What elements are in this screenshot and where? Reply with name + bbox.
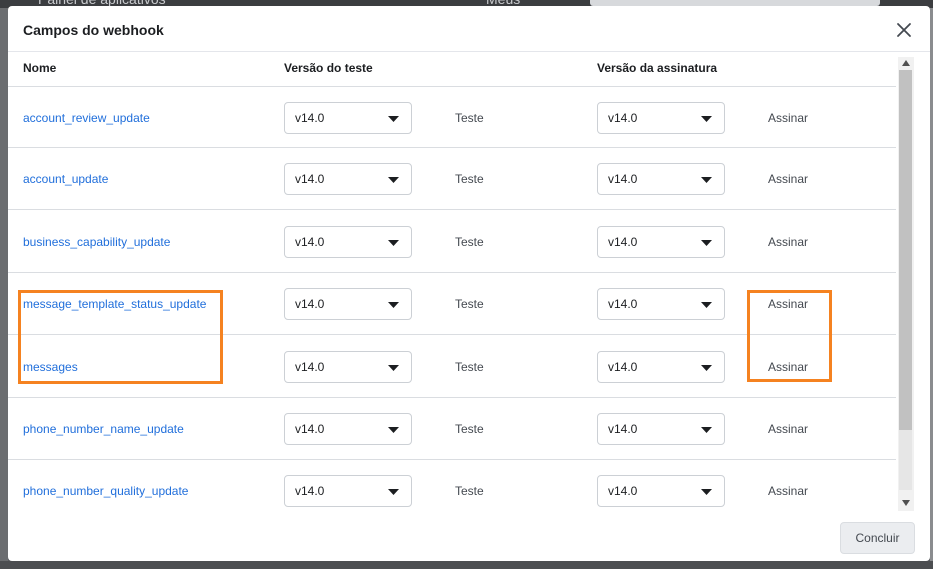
table-row: business_capability_update v14.0 Teste v…: [8, 211, 896, 273]
subscription-version-value: v14.0: [608, 234, 638, 249]
table-row: account_update v14.0 Teste v14.0 Assinar: [8, 148, 896, 211]
table-row: phone_number_quality_update v14.0 Teste …: [8, 460, 896, 509]
field-name-link[interactable]: phone_number_name_update: [23, 422, 184, 436]
dialog-footer: Concluir: [8, 509, 930, 561]
chevron-down-icon: [388, 302, 399, 309]
chevron-down-icon: [701, 116, 712, 122]
column-header-subscription-version: Versão da assinatura: [597, 61, 718, 75]
subscribe-button[interactable]: Assinar: [768, 297, 808, 311]
test-version-value: v14.0: [295, 484, 325, 499]
chevron-down-icon: [388, 239, 399, 246]
chevron-down-icon: [701, 177, 712, 184]
chevron-down-icon: [388, 489, 399, 496]
dialog-header: Campos do webhook: [8, 6, 930, 52]
column-header-name: Nome: [23, 61, 57, 75]
test-version-value: v14.0: [295, 234, 325, 249]
dialog-title: Campos do webhook: [23, 22, 164, 38]
chevron-down-icon: [701, 302, 712, 309]
test-button[interactable]: Teste: [455, 297, 484, 311]
test-button[interactable]: Teste: [455, 111, 484, 125]
test-version-value: v14.0: [295, 297, 325, 312]
background-bottom-edge: [0, 561, 933, 569]
test-button[interactable]: Teste: [455, 360, 484, 374]
subscription-version-select[interactable]: v14.0: [597, 475, 725, 508]
test-version-select[interactable]: v14.0: [284, 350, 412, 383]
table-header: Nome Versão do teste Versão da assinatur…: [8, 53, 896, 86]
test-version-select[interactable]: v14.0: [284, 102, 412, 134]
chevron-down-icon: [701, 427, 712, 433]
test-button[interactable]: Teste: [455, 484, 484, 498]
test-button[interactable]: Teste: [455, 172, 484, 186]
table-row: message_template_status_update v14.0 Tes…: [8, 273, 896, 336]
scrollbar-track-lower: [899, 430, 912, 490]
field-name-link[interactable]: account_update: [23, 172, 108, 186]
test-button[interactable]: Teste: [455, 422, 484, 436]
test-button[interactable]: Teste: [455, 235, 484, 249]
subscription-version-value: v14.0: [608, 359, 638, 374]
subscription-version-select[interactable]: v14.0: [597, 225, 725, 258]
test-version-select[interactable]: v14.0: [284, 288, 412, 321]
subscription-version-value: v14.0: [608, 111, 638, 125]
subscription-version-value: v14.0: [608, 172, 638, 187]
test-version-value: v14.0: [295, 422, 325, 436]
subscription-version-value: v14.0: [608, 484, 638, 499]
scroll-up-icon[interactable]: [902, 60, 910, 66]
subscribe-button[interactable]: Assinar: [768, 172, 808, 186]
subscribe-button[interactable]: Assinar: [768, 111, 808, 125]
background-left-edge: [0, 8, 8, 569]
chevron-down-icon: [388, 116, 399, 122]
test-version-select[interactable]: v14.0: [284, 225, 412, 258]
chevron-down-icon: [388, 177, 399, 184]
field-name-link[interactable]: messages: [23, 360, 78, 374]
test-version-value: v14.0: [295, 111, 325, 125]
subscribe-button[interactable]: Assinar: [768, 422, 808, 436]
field-name-link[interactable]: business_capability_update: [23, 235, 170, 249]
subscribe-button[interactable]: Assinar: [768, 484, 808, 498]
chevron-down-icon: [701, 364, 712, 371]
test-version-value: v14.0: [295, 172, 325, 187]
subscription-version-select[interactable]: v14.0: [597, 413, 725, 445]
scrollbar-thumb[interactable]: [899, 70, 912, 430]
subscribe-button[interactable]: Assinar: [768, 235, 808, 249]
subscription-version-value: v14.0: [608, 297, 638, 312]
scroll-down-icon[interactable]: [902, 500, 910, 506]
webhook-fields-table: Nome Versão do teste Versão da assinatur…: [8, 53, 896, 509]
webhook-fields-dialog: Campos do webhook Nome Versão do teste V…: [8, 6, 930, 561]
test-version-select[interactable]: v14.0: [284, 475, 412, 508]
table-row: phone_number_name_update v14.0 Teste v14…: [8, 398, 896, 460]
chevron-down-icon: [388, 427, 399, 433]
column-header-test-version: Versão do teste: [284, 61, 373, 75]
chevron-down-icon: [701, 489, 712, 496]
subscription-version-select[interactable]: v14.0: [597, 288, 725, 321]
subscription-version-select[interactable]: v14.0: [597, 350, 725, 383]
test-version-select[interactable]: v14.0: [284, 413, 412, 445]
subscribe-button[interactable]: Assinar: [768, 360, 808, 374]
subscription-version-value: v14.0: [608, 422, 638, 436]
chevron-down-icon: [701, 239, 712, 246]
table-scrollbar[interactable]: [898, 57, 914, 511]
subscription-version-select[interactable]: v14.0: [597, 102, 725, 134]
close-icon[interactable]: [892, 18, 916, 42]
field-name-link[interactable]: message_template_status_update: [23, 297, 206, 311]
field-name-link[interactable]: phone_number_quality_update: [23, 484, 188, 498]
table-row: account_review_update v14.0 Teste v14.0 …: [8, 86, 896, 148]
field-name-link[interactable]: account_review_update: [23, 111, 150, 125]
table-row: messages v14.0 Teste v14.0 Assinar: [8, 336, 896, 398]
done-button[interactable]: Concluir: [840, 522, 915, 554]
test-version-value: v14.0: [295, 359, 325, 374]
chevron-down-icon: [388, 364, 399, 371]
test-version-select[interactable]: v14.0: [284, 163, 412, 196]
subscription-version-select[interactable]: v14.0: [597, 163, 725, 196]
